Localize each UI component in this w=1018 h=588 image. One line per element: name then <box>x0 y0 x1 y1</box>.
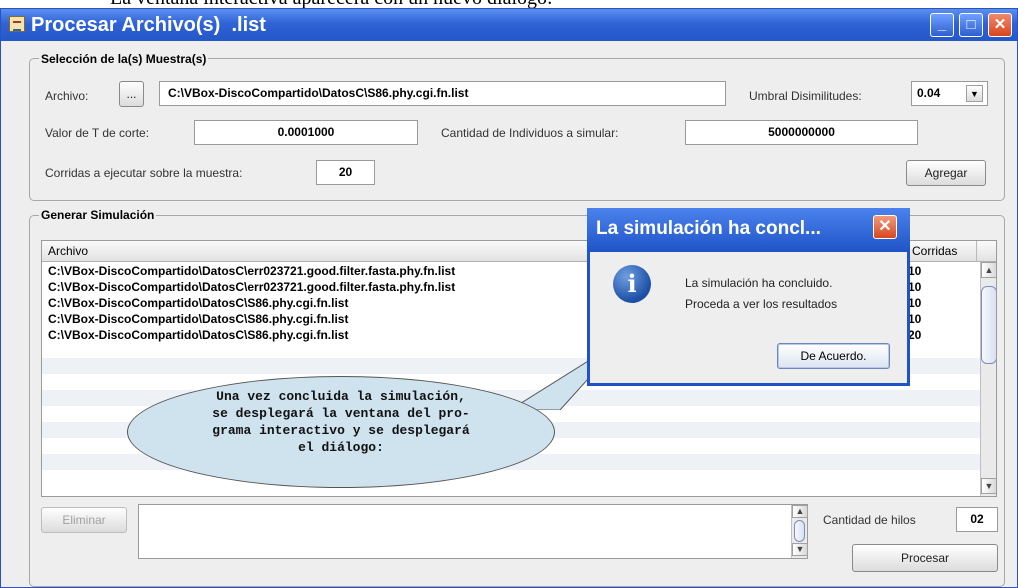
maximize-button[interactable]: □ <box>959 13 983 37</box>
archivo-label: Archivo: <box>45 89 89 103</box>
table-vertical-scrollbar[interactable]: ▲ ▼ <box>980 262 996 496</box>
row-archivo: C:\VBox-DiscoCompartido\DatosC\S86.phy.c… <box>48 296 349 310</box>
hilos-label: Cantidad de hilos <box>823 513 916 527</box>
row-corridas: 10 <box>908 296 922 310</box>
scroll-up-icon[interactable]: ▲ <box>981 262 996 278</box>
scroll-down-icon[interactable]: ▼ <box>792 543 808 556</box>
dialog-titlebar[interactable]: La simulación ha concl... ✕ <box>587 208 910 252</box>
dialog-title: La simulación ha concl... <box>596 218 821 239</box>
archivo-field[interactable]: C:\VBox-DiscoCompartido\DatosC\S86.phy.c… <box>159 81 726 106</box>
row-corridas: 20 <box>908 328 922 342</box>
de-acuerdo-button[interactable]: De Acuerdo. <box>777 343 890 369</box>
scroll-down-icon[interactable]: ▼ <box>981 478 996 494</box>
textarea-vertical-scrollbar[interactable]: ▲ ▼ <box>791 505 808 558</box>
dialog-close-button[interactable]: ✕ <box>873 215 897 239</box>
cantidad-individuos-field[interactable]: 5000000000 <box>685 120 918 145</box>
close-icon: ✕ <box>993 16 1007 33</box>
dialog-message-line-2: Proceda a ver los resultados <box>685 297 838 311</box>
row-archivo: C:\VBox-DiscoCompartido\DatosC\S86.phy.c… <box>48 328 349 342</box>
scrollbar-thumb[interactable] <box>981 286 996 364</box>
minimize-icon: _ <box>937 16 947 33</box>
agregar-button[interactable]: Agregar <box>906 160 986 186</box>
callout-line: grama interactivo y se desplegará <box>212 423 470 438</box>
app-icon <box>9 16 25 32</box>
hilos-field[interactable]: 02 <box>956 507 998 532</box>
cut-off-caption: La ventana interactiva aparecerá con un … <box>110 0 930 8</box>
row-archivo: C:\VBox-DiscoCompartido\DatosC\err023721… <box>48 264 456 278</box>
row-corridas: 10 <box>908 280 922 294</box>
scroll-up-icon[interactable]: ▲ <box>792 505 808 518</box>
scrollbar-thumb[interactable] <box>794 520 805 542</box>
simulation-complete-dialog: La simulación ha concl... ✕ i La simulac… <box>587 208 910 386</box>
column-header-archivo[interactable]: Archivo <box>48 244 88 258</box>
cantidad-individuos-label: Cantidad de Individuos a simular: <box>441 126 619 140</box>
row-archivo: C:\VBox-DiscoCompartido\DatosC\err023721… <box>48 280 456 294</box>
close-icon: ✕ <box>878 218 892 235</box>
umbral-select[interactable]: 0.04 ▼ <box>911 81 988 106</box>
corridas-field[interactable]: 20 <box>316 160 375 185</box>
row-corridas: 10 <box>908 264 922 278</box>
column-header-corridas[interactable]: Corridas <box>912 244 957 258</box>
row-archivo: C:\VBox-DiscoCompartido\DatosC\S86.phy.c… <box>48 312 349 326</box>
callout-line: Una vez concluida la simulación, <box>216 389 466 404</box>
close-button[interactable]: ✕ <box>988 13 1012 37</box>
corridas-label: Corridas a ejecutar sobre la muestra: <box>45 166 243 180</box>
umbral-selected-value: 0.04 <box>917 86 941 100</box>
minimize-button[interactable]: _ <box>930 13 954 37</box>
window-titlebar[interactable]: Procesar Archivo(s) .list _ □ ✕ <box>1 9 1017 41</box>
valor-t-field[interactable]: 0.0001000 <box>194 120 418 145</box>
callout-text: Una vez concluida la simulación, se desp… <box>160 388 522 456</box>
procesar-button[interactable]: Procesar <box>852 544 998 572</box>
callout-line: se desplegará la ventana del pro- <box>212 406 470 421</box>
maximize-icon: □ <box>966 16 976 33</box>
umbral-label: Umbral Disimilitudes: <box>749 89 862 103</box>
row-corridas: 10 <box>908 312 922 326</box>
callout-line: el diálogo: <box>298 440 384 455</box>
notes-textarea[interactable]: ▲ ▼ <box>138 504 808 559</box>
generar-group-title: Generar Simulación <box>39 208 157 222</box>
window-title: Procesar Archivo(s) .list <box>31 14 266 36</box>
eliminar-button[interactable]: Eliminar <box>41 507 127 533</box>
browse-button[interactable]: ... <box>119 81 144 107</box>
seleccion-group-title: Selección de la(s) Muestra(s) <box>39 52 209 66</box>
dialog-message-line-1: La simulación ha concluido. <box>685 276 833 290</box>
info-icon: i <box>613 265 651 303</box>
dropdown-arrow-icon[interactable]: ▼ <box>966 85 983 102</box>
column-divider <box>976 241 977 262</box>
valor-t-label: Valor de T de corte: <box>45 126 150 140</box>
